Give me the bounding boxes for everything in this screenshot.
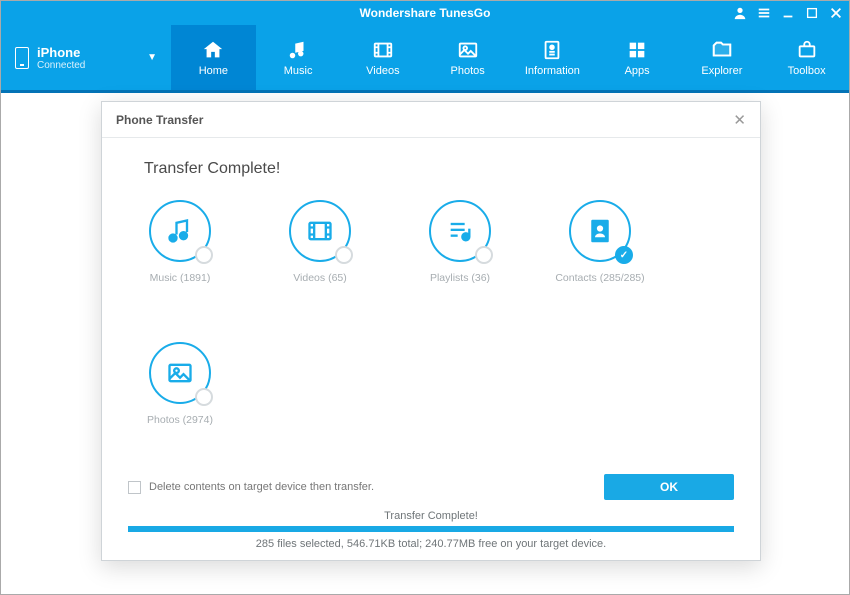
home-icon bbox=[201, 39, 225, 61]
device-selector[interactable]: iPhone Connected ▼ bbox=[1, 25, 171, 90]
tab-photos[interactable]: Photos bbox=[425, 25, 510, 90]
photos-circle bbox=[149, 342, 211, 404]
window-controls bbox=[733, 1, 843, 25]
footer-row: Delete contents on target device then tr… bbox=[128, 474, 734, 500]
tab-label: Apps bbox=[625, 65, 650, 77]
close-icon[interactable] bbox=[829, 6, 843, 20]
check-badge bbox=[335, 246, 353, 264]
explorer-icon bbox=[710, 39, 734, 61]
transfer-items: Music (1891) Videos (65) Playlists (36) bbox=[144, 200, 718, 426]
playlists-circle bbox=[429, 200, 491, 262]
videos-icon bbox=[371, 39, 395, 61]
item-photos[interactable]: Photos (2974) bbox=[144, 342, 216, 426]
user-icon[interactable] bbox=[733, 6, 747, 20]
contacts-icon bbox=[585, 216, 615, 246]
playlists-icon bbox=[446, 217, 474, 245]
tab-home[interactable]: Home bbox=[171, 25, 256, 90]
photos-icon bbox=[456, 39, 480, 61]
phone-icon bbox=[15, 47, 29, 69]
menu-icon[interactable] bbox=[757, 6, 771, 20]
device-info: iPhone Connected bbox=[37, 45, 139, 71]
photos-icon bbox=[166, 359, 194, 387]
dialog-heading: Transfer Complete! bbox=[144, 160, 718, 178]
music-circle bbox=[149, 200, 211, 262]
tab-apps[interactable]: Apps bbox=[595, 25, 680, 90]
ok-label: OK bbox=[660, 480, 678, 494]
device-status: Connected bbox=[37, 60, 139, 71]
titlebar: Wondershare TunesGo bbox=[1, 1, 849, 25]
delete-checkbox[interactable] bbox=[128, 481, 141, 494]
tab-information[interactable]: Information bbox=[510, 25, 595, 90]
music-icon bbox=[286, 39, 310, 61]
tab-label: Toolbox bbox=[788, 65, 826, 77]
chevron-down-icon: ▼ bbox=[147, 52, 157, 63]
music-icon bbox=[166, 217, 194, 245]
tab-label: Music bbox=[284, 65, 313, 77]
device-name: iPhone bbox=[37, 45, 139, 60]
check-badge bbox=[195, 388, 213, 406]
phone-transfer-dialog: Phone Transfer ✕ Transfer Complete! Musi… bbox=[101, 101, 761, 561]
check-badge bbox=[475, 246, 493, 264]
check-badge bbox=[195, 246, 213, 264]
app-title: Wondershare TunesGo bbox=[360, 6, 491, 20]
toolbox-icon bbox=[795, 39, 819, 61]
tab-label: Home bbox=[199, 65, 228, 77]
info-icon bbox=[540, 39, 564, 61]
item-label: Contacts (285/285) bbox=[555, 272, 644, 284]
tab-label: Videos bbox=[366, 65, 399, 77]
dialog-body: Transfer Complete! Music (1891) Videos (… bbox=[102, 138, 760, 464]
minimize-icon[interactable] bbox=[781, 6, 795, 20]
item-label: Photos (2974) bbox=[147, 414, 213, 426]
delete-checkbox-label: Delete contents on target device then tr… bbox=[149, 481, 374, 493]
dialog-header: Phone Transfer ✕ bbox=[102, 102, 760, 138]
tab-toolbox[interactable]: Toolbox bbox=[764, 25, 849, 90]
item-label: Music (1891) bbox=[150, 272, 211, 284]
contacts-circle bbox=[569, 200, 631, 262]
tab-label: Explorer bbox=[701, 65, 742, 77]
main-tabs: Home Music Videos Photos Information App… bbox=[171, 25, 849, 90]
check-badge-checked bbox=[615, 246, 633, 264]
tab-label: Photos bbox=[451, 65, 485, 77]
item-music[interactable]: Music (1891) bbox=[144, 200, 216, 284]
status-message: Transfer Complete! bbox=[128, 510, 734, 522]
videos-icon bbox=[306, 217, 334, 245]
item-playlists[interactable]: Playlists (36) bbox=[424, 200, 496, 284]
item-videos[interactable]: Videos (65) bbox=[284, 200, 356, 284]
maximize-icon[interactable] bbox=[805, 6, 819, 20]
item-label: Videos (65) bbox=[293, 272, 347, 284]
tab-videos[interactable]: Videos bbox=[341, 25, 426, 90]
summary-text: 285 files selected, 546.71KB total; 240.… bbox=[128, 532, 734, 550]
item-contacts[interactable]: Contacts (285/285) bbox=[564, 200, 636, 284]
toolbar: iPhone Connected ▼ Home Music Videos Pho… bbox=[1, 25, 849, 93]
item-label: Playlists (36) bbox=[430, 272, 490, 284]
ok-button[interactable]: OK bbox=[604, 474, 734, 500]
tab-explorer[interactable]: Explorer bbox=[680, 25, 765, 90]
apps-icon bbox=[625, 39, 649, 61]
dialog-title: Phone Transfer bbox=[116, 113, 203, 127]
videos-circle bbox=[289, 200, 351, 262]
close-icon[interactable]: ✕ bbox=[733, 111, 746, 129]
tab-music[interactable]: Music bbox=[256, 25, 341, 90]
tab-label: Information bbox=[525, 65, 580, 77]
dialog-footer: Delete contents on target device then tr… bbox=[102, 464, 760, 560]
